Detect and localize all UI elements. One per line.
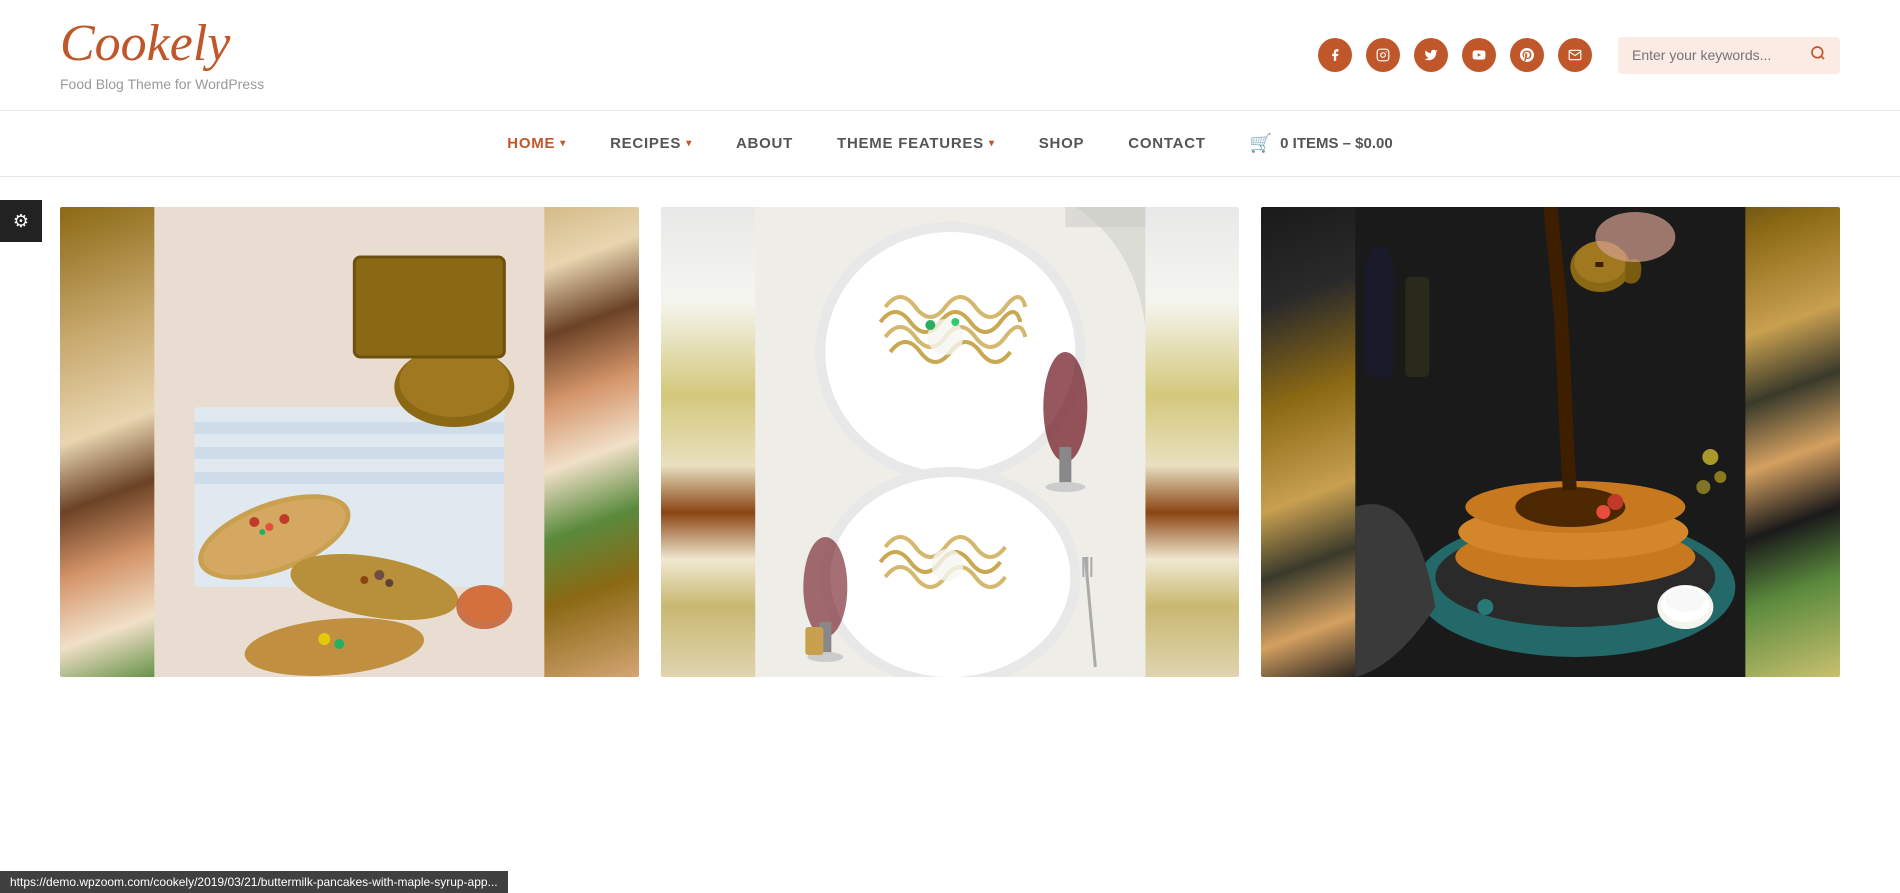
email-icon[interactable] [1558, 38, 1592, 72]
header-right [1318, 37, 1840, 74]
site-logo-area: Cookely Food Blog Theme for WordPress [60, 18, 264, 92]
food-card-2[interactable] [661, 207, 1240, 677]
nav-item-contact[interactable]: CONTACT [1106, 113, 1227, 174]
food-card-1[interactable] [60, 207, 639, 677]
nav-item-recipes[interactable]: RECIPES ▾ [588, 113, 714, 174]
search-button[interactable] [1810, 45, 1826, 66]
site-title[interactable]: Cookely [60, 18, 264, 70]
site-header: Cookely Food Blog Theme for WordPress [0, 0, 1900, 111]
facebook-icon[interactable] [1318, 38, 1352, 72]
status-bar: https://demo.wpzoom.com/cookely/2019/03/… [0, 871, 508, 893]
search-box [1618, 37, 1840, 74]
header-left: Cookely Food Blog Theme for WordPress [60, 18, 264, 92]
social-icons [1318, 38, 1592, 72]
nav-item-shop[interactable]: SHOP [1017, 113, 1107, 174]
food-card-3[interactable] [1261, 207, 1840, 677]
twitter-icon[interactable] [1414, 38, 1448, 72]
nav-item-about[interactable]: ABOUT [714, 113, 815, 174]
cart-button[interactable]: 🛒 0 ITEMS – $0.00 [1228, 111, 1415, 176]
main-content [0, 177, 1900, 677]
pinterest-icon[interactable] [1510, 38, 1544, 72]
nav-item-theme-features[interactable]: THEME FEATURES ▾ [815, 113, 1017, 174]
chevron-down-icon: ▾ [989, 138, 995, 149]
settings-button[interactable]: ⚙ [0, 200, 42, 242]
chevron-down-icon: ▾ [560, 138, 566, 149]
search-input[interactable] [1632, 47, 1802, 63]
nav-item-home[interactable]: HOME ▾ [485, 113, 588, 174]
status-url: https://demo.wpzoom.com/cookely/2019/03/… [10, 875, 498, 889]
chevron-down-icon: ▾ [686, 138, 692, 149]
main-nav: HOME ▾ RECIPES ▾ ABOUT THEME FEATURES ▾ … [0, 111, 1900, 177]
youtube-icon[interactable] [1462, 38, 1496, 72]
instagram-icon[interactable] [1366, 38, 1400, 72]
cart-icon: 🛒 [1250, 133, 1272, 154]
site-tagline: Food Blog Theme for WordPress [60, 76, 264, 92]
gear-icon: ⚙ [13, 211, 29, 232]
